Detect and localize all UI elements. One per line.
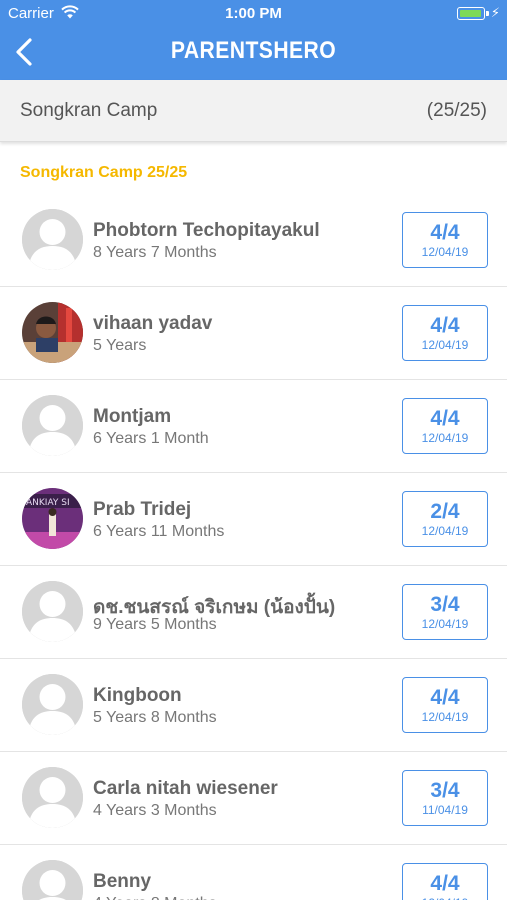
attendance-score: 4/4 <box>430 407 460 430</box>
avatar <box>22 302 83 363</box>
attendance-score: 4/4 <box>430 686 460 709</box>
student-name: Carla nitah wiesener <box>93 778 278 799</box>
battery-icon <box>457 7 485 20</box>
attendance-score-button[interactable]: 4/4 12/04/19 <box>402 863 488 900</box>
attendance-score: 3/4 <box>430 779 460 802</box>
status-time: 1:00 PM <box>225 5 282 22</box>
attendance-score-button[interactable]: 4/4 12/04/19 <box>402 398 488 454</box>
student-name: Phobtorn Techopitayakul <box>93 220 320 241</box>
student-row[interactable]: Carla nitah wiesener 4 Years 3 Months 3/… <box>0 752 507 845</box>
student-row[interactable]: vihaan yadav 5 Years 4/4 12/04/19 <box>0 287 507 380</box>
attendance-date: 12/04/19 <box>421 710 469 724</box>
attendance-score: 3/4 <box>430 593 460 616</box>
attendance-score: 4/4 <box>430 872 460 895</box>
student-age: 5 Years 8 Months <box>93 709 217 726</box>
student-age: 5 Years <box>93 337 147 354</box>
attendance-date: 12/04/19 <box>421 245 469 259</box>
avatar <box>22 209 83 270</box>
attendance-date: 11/04/19 <box>422 803 468 817</box>
attendance-date: 12/04/19 <box>421 431 469 445</box>
avatar <box>22 674 83 735</box>
app-header: Carrier 1:00 PM ⚡ PARENTSHERO <box>0 0 507 80</box>
student-name: vihaan yadav <box>93 313 213 334</box>
attendance-score-button[interactable]: 4/4 12/04/19 <box>402 212 488 268</box>
student-age: 4 Years 3 Months <box>93 802 217 819</box>
student-row[interactable]: Montjam 6 Years 1 Month 4/4 12/04/19 <box>0 380 507 473</box>
attendance-score-button[interactable]: 3/4 11/04/19 <box>402 770 488 826</box>
attendance-date: 12/04/19 <box>403 896 487 900</box>
student-age: 8 Years 7 Months <box>93 244 217 261</box>
student-row[interactable]: Phobtorn Techopitayakul 8 Years 7 Months… <box>0 194 507 287</box>
student-age: 9 Years 5 Months <box>93 616 217 633</box>
student-list: Phobtorn Techopitayakul 8 Years 7 Months… <box>0 194 507 900</box>
attendance-score-button[interactable]: 4/4 12/04/19 <box>402 305 488 361</box>
attendance-date: 12/04/19 <box>421 524 469 538</box>
camp-summary-bar[interactable]: Songkran Camp (25/25) <box>0 80 507 142</box>
attendance-date: 12/04/19 <box>421 617 469 631</box>
avatar <box>22 581 83 642</box>
student-row[interactable]: Kingboon 5 Years 8 Months 4/4 12/04/19 <box>0 659 507 752</box>
camp-name: Songkran Camp <box>20 100 158 121</box>
student-row[interactable]: ดช.ชนสรณ์ จริเกษม (น้องปั้น) 9 Years 5 M… <box>0 566 507 659</box>
battery-tip <box>486 11 489 16</box>
student-age: 4 Years 8 Months <box>93 895 217 900</box>
camp-count: (25/25) <box>426 100 487 121</box>
attendance-score: 4/4 <box>430 314 460 337</box>
svg-text:ANKIAY SI: ANKIAY SI <box>26 498 70 508</box>
student-row[interactable]: Benny 4 Years 8 Months 4/4 12/04/19 <box>0 845 507 900</box>
page-title: PARENTSHERO <box>170 37 337 64</box>
section-header: Songkran Camp 25/25 <box>20 164 188 181</box>
student-name: Prab Tridej <box>93 499 192 520</box>
student-age: 6 Years 11 Months <box>93 523 225 540</box>
student-name: Montjam <box>93 406 172 427</box>
avatar <box>22 395 83 456</box>
attendance-score: 2/4 <box>430 500 460 523</box>
avatar <box>22 767 83 828</box>
student-name: Benny <box>93 871 152 892</box>
attendance-score-button[interactable]: 4/4 12/04/19 <box>402 677 488 733</box>
avatar: ANKIAY SI <box>22 488 83 549</box>
student-name: Kingboon <box>93 685 182 706</box>
attendance-score-button[interactable]: 3/4 12/04/19 <box>402 584 488 640</box>
student-row[interactable]: ANKIAY SI Prab Tridej 6 Years 11 Months … <box>0 473 507 566</box>
charging-icon: ⚡ <box>490 5 500 20</box>
attendance-date: 12/04/19 <box>421 338 469 352</box>
attendance-score: 4/4 <box>430 221 460 244</box>
nav-bar: PARENTSHERO <box>0 28 507 80</box>
avatar <box>22 860 83 900</box>
status-bar: Carrier 1:00 PM ⚡ <box>0 0 507 28</box>
attendance-score-button[interactable]: 2/4 12/04/19 <box>402 491 488 547</box>
student-age: 6 Years 1 Month <box>93 430 209 447</box>
